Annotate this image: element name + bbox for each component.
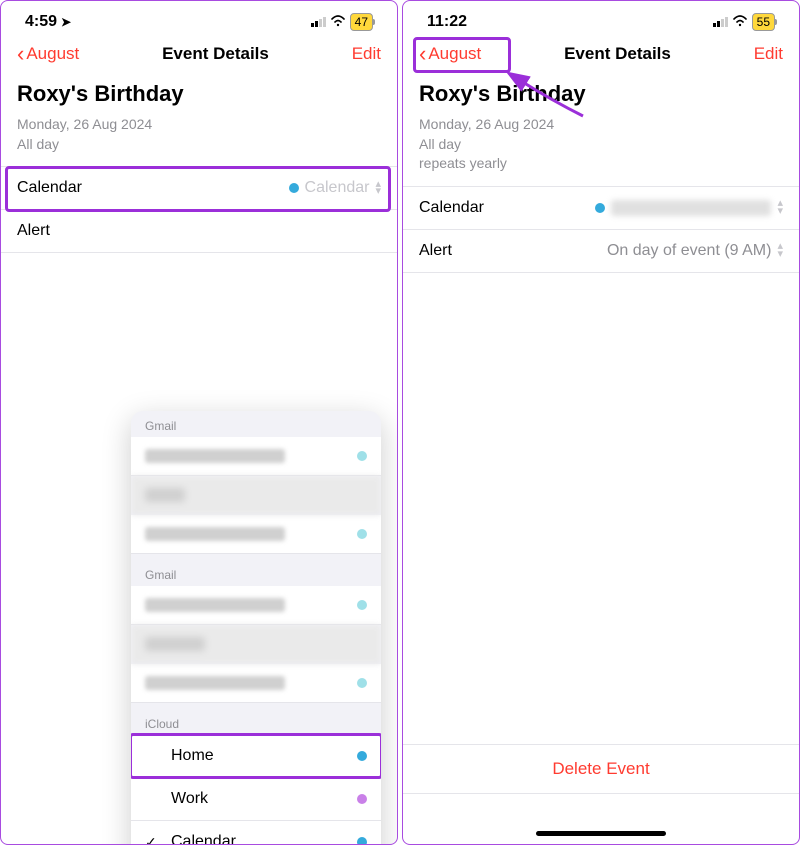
dropdown-section-gmail-1: Gmail [131,411,381,437]
signal-icon [311,17,326,27]
calendar-dot-icon [357,837,367,845]
calendar-dot-icon [595,203,605,213]
nav-bar: ‹ August Event Details Edit [1,35,397,73]
calendar-label: Calendar [17,179,82,197]
alert-value: On day of event (9 AM) [607,242,772,260]
phone-right: 11:22 55 ‹ August Event Details Edit Rox… [402,0,800,845]
nav-bar: ‹ August Event Details Edit [403,35,799,73]
event-title: Roxy's Birthday [17,81,381,107]
dropdown-home-label: Home [171,747,214,765]
edit-button[interactable]: Edit [352,44,381,64]
delete-event-button[interactable]: Delete Event [403,745,799,793]
location-icon: ➤ [61,15,71,29]
status-bar: 4:59 ➤ 47 [1,1,397,35]
dropdown-section-gmail-2: Gmail [131,560,381,586]
dropdown-calendar-label: Calendar [171,833,236,845]
event-repeats: repeats yearly [419,154,783,174]
battery-indicator: 47 [350,13,373,31]
content-area: Calendar ▴▾ Alert On day of event (9 AM)… [403,186,799,844]
chevron-updown-icon: ▴▾ [777,200,783,215]
calendar-row[interactable]: Calendar Calendar ▴▾ [1,167,397,209]
alert-label: Alert [17,222,50,240]
calendar-dot-icon [289,183,299,193]
dropdown-item[interactable] [131,515,381,554]
alert-row[interactable]: Alert [1,210,397,252]
calendar-value: Calendar [305,179,370,197]
event-allday: All day [419,135,783,155]
phone-left: 4:59 ➤ 47 ‹ August Event Details Edit Ro… [0,0,398,845]
calendar-dot-icon [357,794,367,804]
back-button[interactable]: ‹ August [419,43,481,65]
dropdown-work-label: Work [171,790,208,808]
event-allday: All day [17,135,381,155]
calendar-dot-icon [357,600,367,610]
page-title: Event Details [162,44,269,64]
dropdown-item[interactable] [131,437,381,476]
wifi-icon [330,14,346,30]
dropdown-item[interactable] [131,664,381,703]
status-bar: 11:22 55 [403,1,799,35]
dropdown-item-home[interactable]: Home [131,735,381,778]
wifi-icon [732,14,748,30]
dropdown-item-calendar[interactable]: ✓ Calendar [131,821,381,845]
chevron-left-icon: ‹ [17,43,24,65]
event-header: Roxy's Birthday Monday, 26 Aug 2024 All … [1,73,397,166]
chevron-updown-icon: ▴▾ [375,181,381,196]
calendar-label: Calendar [419,199,484,217]
calendar-row[interactable]: Calendar ▴▾ [403,187,799,229]
calendar-dot-icon [357,678,367,688]
calendar-dot-icon [357,451,367,461]
home-indicator[interactable] [536,831,666,836]
event-title: Roxy's Birthday [419,81,783,107]
battery-indicator: 55 [752,13,775,31]
dropdown-item[interactable] [131,586,381,625]
event-date: Monday, 26 Aug 2024 [419,115,783,135]
calendar-dropdown: Gmail Gmail iCloud Home Work ✓ Calendar [131,411,381,845]
event-date: Monday, 26 Aug 2024 [17,115,381,135]
chevron-updown-icon: ▴▾ [777,243,783,258]
page-title: Event Details [564,44,671,64]
annotation-arrow [513,76,593,131]
dropdown-item-work[interactable]: Work [131,778,381,821]
calendar-dot-icon [357,529,367,539]
calendar-value-redacted [611,200,771,216]
dropdown-item[interactable] [131,476,381,515]
check-icon: ✓ [145,834,161,845]
content-area: Calendar Calendar ▴▾ Alert Gmail Gmail [1,166,397,844]
dropdown-item[interactable] [131,625,381,664]
status-time: 11:22 [427,13,467,31]
event-header: Roxy's Birthday Monday, 26 Aug 2024 All … [403,73,799,186]
back-label: August [428,44,481,64]
alert-row[interactable]: Alert On day of event (9 AM) ▴▾ [403,230,799,272]
calendar-dot-icon [357,751,367,761]
status-time: 4:59 [25,13,57,31]
edit-button[interactable]: Edit [754,44,783,64]
alert-label: Alert [419,242,452,260]
dropdown-section-icloud: iCloud [131,709,381,735]
chevron-left-icon: ‹ [419,43,426,65]
signal-icon [713,17,728,27]
back-label: August [26,44,79,64]
back-button[interactable]: ‹ August [17,43,79,65]
